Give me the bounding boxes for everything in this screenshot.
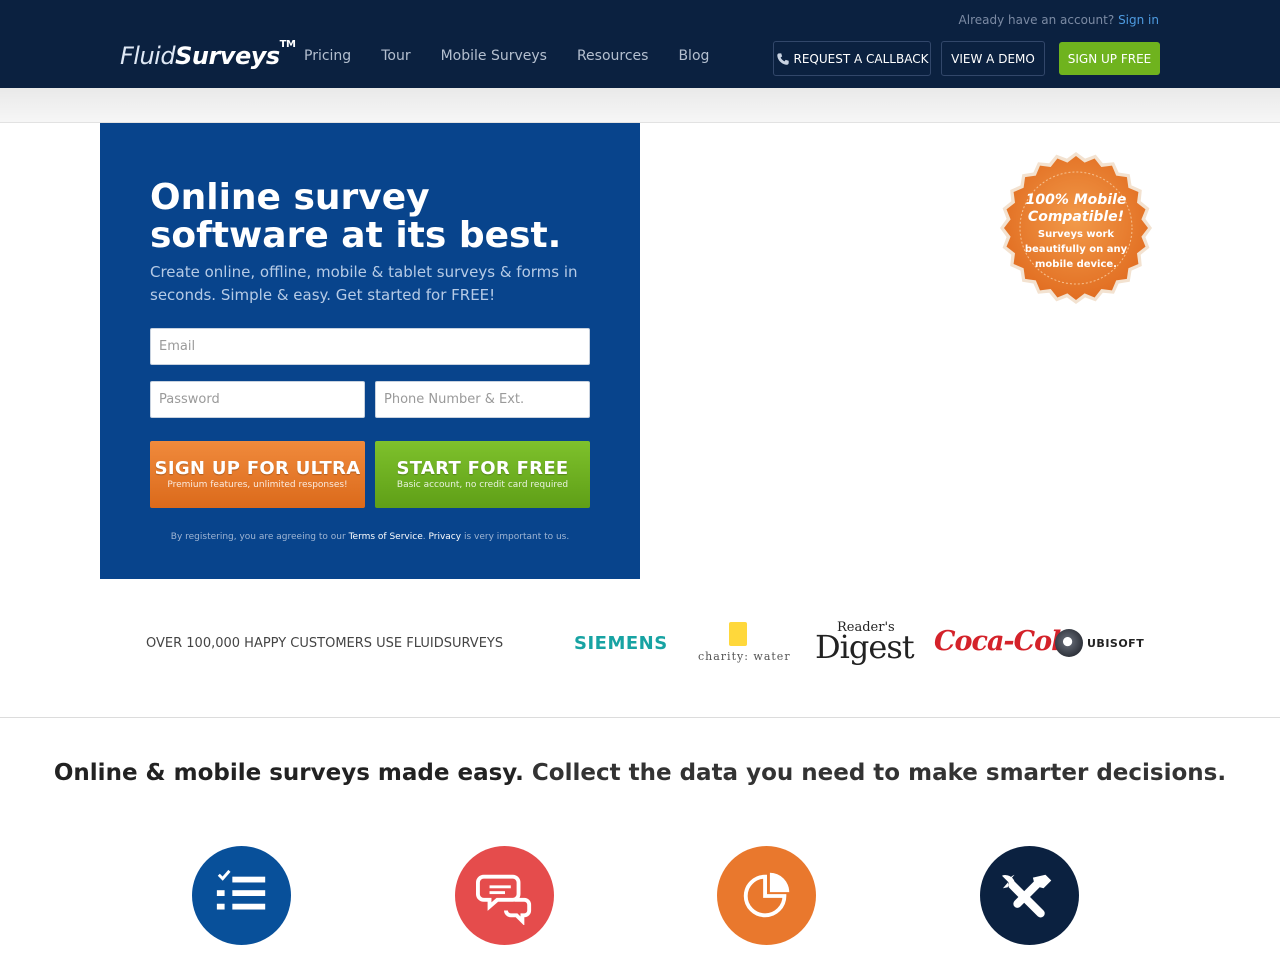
- hero-title-line1: Online survey: [150, 177, 430, 218]
- tools-icon[interactable]: [980, 846, 1079, 945]
- badge-line1: 100% Mobile: [1025, 192, 1127, 208]
- badge-text: 100% Mobile Compatible! Surveys work bea…: [1000, 192, 1152, 271]
- ubisoft-text: UBISOFT: [1087, 637, 1145, 650]
- terms-pre-text: By registering, you are agreeing to our: [170, 532, 346, 542]
- tagline-rest: Collect the data you need to make smarte…: [531, 760, 1227, 786]
- checklist-icon[interactable]: [192, 846, 291, 945]
- nav-blog[interactable]: Blog: [678, 48, 709, 64]
- readers-digest-logo: Reader's Digest: [815, 620, 915, 666]
- nav-pricing[interactable]: Pricing: [304, 48, 351, 64]
- view-demo-button[interactable]: VIEW A DEMO: [941, 41, 1045, 76]
- password-input[interactable]: [150, 381, 365, 418]
- pie-chart-icon[interactable]: [717, 846, 816, 945]
- nav-mobile-surveys[interactable]: Mobile Surveys: [441, 48, 547, 64]
- signup-ultra-sublabel: Premium features, unlimited responses!: [167, 480, 348, 490]
- nav-resources[interactable]: Resources: [577, 48, 649, 64]
- badge-line5: mobile device.: [1035, 259, 1117, 270]
- account-prompt: Already have an account? Sign in: [959, 13, 1159, 27]
- terms-mid-text: .: [422, 532, 426, 542]
- terms-notice: By registering, you are agreeing to our …: [100, 532, 640, 542]
- email-input[interactable]: [150, 328, 590, 365]
- ubisoft-swirl-icon: [1055, 629, 1083, 657]
- terms-of-service-link[interactable]: Terms of Service: [349, 532, 423, 542]
- badge-line4: beautifully on any: [1024, 244, 1128, 255]
- terms-post-text: is very important to us.: [463, 532, 570, 542]
- tagline-bold: Online & mobile surveys made easy.: [53, 760, 524, 786]
- header-shadow-band: [0, 88, 1280, 123]
- signup-ultra-label: SIGN UP FOR ULTRA: [154, 458, 361, 479]
- signup-free-label: SIGN UP FREE: [1067, 51, 1152, 66]
- signup-free-button[interactable]: SIGN UP FREE: [1059, 42, 1160, 75]
- phone-icon: [776, 52, 790, 66]
- logo-surveys: Surveys: [175, 42, 280, 70]
- start-free-button[interactable]: START FOR FREE Basic account, no credit …: [375, 441, 590, 508]
- charity-water-text: charity: water: [698, 650, 791, 663]
- request-callback-button[interactable]: REQUEST A CALLBACK: [773, 41, 931, 76]
- hero-signup-panel: Online survey software at its best. Crea…: [100, 123, 640, 579]
- badge-line3: Surveys work: [1037, 229, 1115, 240]
- request-callback-label: REQUEST A CALLBACK: [793, 51, 929, 66]
- nav-tour[interactable]: Tour: [381, 48, 410, 64]
- mobile-compatible-badge: 100% Mobile Compatible! Surveys work bea…: [1000, 152, 1152, 304]
- account-prompt-text: Already have an account?: [958, 13, 1115, 27]
- signin-link[interactable]: Sign in: [1118, 13, 1159, 27]
- customers-label: OVER 100,000 HAPPY CUSTOMERS USE FLUIDSU…: [146, 636, 504, 651]
- logo-tm: TM: [279, 39, 296, 50]
- view-demo-label: VIEW A DEMO: [951, 51, 1035, 66]
- digest-text: Digest: [815, 628, 915, 666]
- features-tagline: Online & mobile surveys made easy. Colle…: [0, 760, 1280, 786]
- start-free-label: START FOR FREE: [396, 458, 569, 479]
- main-nav: Pricing Tour Mobile Surveys Resources Bl…: [304, 48, 709, 64]
- charity-water-logo: charity: water: [696, 620, 790, 666]
- logo[interactable]: FluidSurveysTM: [120, 39, 296, 70]
- phone-input[interactable]: [375, 381, 590, 418]
- hero-subtitle: Create online, offline, mobile & tablet …: [150, 263, 578, 304]
- hero-title-line2: software at its best.: [150, 215, 562, 256]
- privacy-link[interactable]: Privacy: [428, 532, 461, 542]
- badge-line2: Compatible!: [1027, 209, 1125, 225]
- signup-ultra-button[interactable]: SIGN UP FOR ULTRA Premium features, unli…: [150, 441, 365, 508]
- start-free-sublabel: Basic account, no credit card required: [396, 480, 569, 490]
- logo-fluid: Fluid: [120, 42, 176, 70]
- site-header: Already have an account? Sign in FluidSu…: [0, 0, 1280, 88]
- hero-title: Online survey software at its best.: [150, 179, 590, 255]
- ubisoft-logo: UBISOFT: [1055, 620, 1147, 666]
- section-divider: [0, 717, 1280, 718]
- jerry-can-icon: [729, 622, 747, 646]
- chat-bubbles-icon[interactable]: [455, 846, 554, 945]
- siemens-logo: SIEMENS: [574, 633, 668, 654]
